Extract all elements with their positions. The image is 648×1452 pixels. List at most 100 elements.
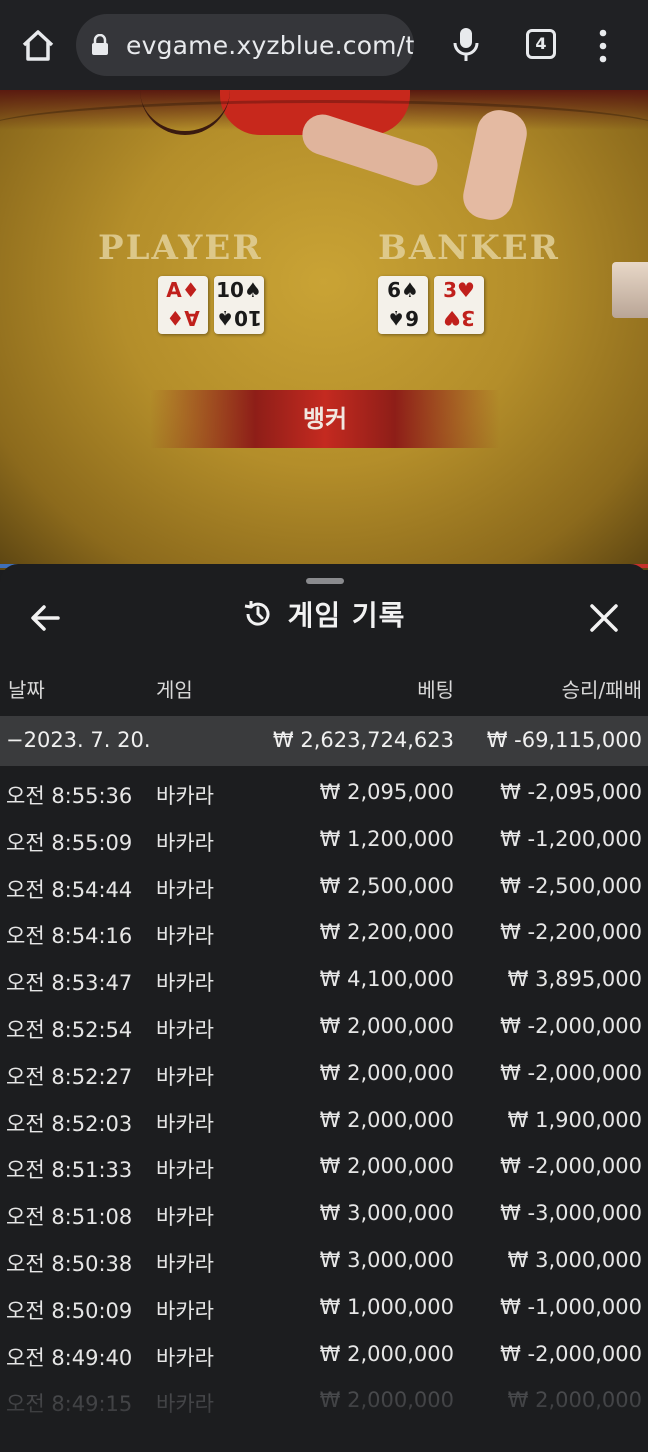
row-bet: ₩ 2,000,000 bbox=[319, 1013, 454, 1038]
row-game: 바카라 bbox=[156, 1111, 214, 1136]
row-time: 오전 8:53:47 bbox=[6, 971, 133, 996]
table-row[interactable]: 오전 8:55:36 바카라 ₩ 2,095,000 ₩ -2,095,000 bbox=[0, 770, 648, 817]
row-result: ₩ -1,200,000 bbox=[500, 826, 642, 851]
row-bet: ₩ 2,000,000 bbox=[319, 1060, 454, 1085]
table-row[interactable]: 오전 8:49:15 바카라 ₩ 2,000,000 ₩ 2,000,000 bbox=[0, 1378, 648, 1425]
row-result: ₩ 2,000,000 bbox=[507, 1388, 642, 1413]
row-bet: ₩ 1,000,000 bbox=[319, 1294, 454, 1319]
row-result: ₩ -2,000,000 bbox=[500, 1341, 642, 1366]
row-bet: ₩ 3,000,000 bbox=[319, 1247, 454, 1272]
row-game: 바카라 bbox=[156, 971, 214, 996]
row-time: 오전 8:54:16 bbox=[6, 924, 133, 949]
banker-card-2: 3♥ 3♥ bbox=[434, 276, 484, 334]
summary-result-total: ₩ -69,115,000 bbox=[486, 728, 642, 752]
browser-toolbar: evgame.xyzblue.com/t 4 bbox=[0, 0, 648, 90]
date-summary-row[interactable]: −2023. 7. 20. ₩ 2,623,724,623 ₩ -69,115,… bbox=[0, 716, 648, 766]
row-game: 바카라 bbox=[156, 1064, 214, 1089]
row-game: 바카라 bbox=[156, 784, 214, 808]
address-bar[interactable]: evgame.xyzblue.com/t bbox=[76, 14, 414, 76]
row-bet: ₩ 1,200,000 bbox=[319, 826, 454, 851]
card-rank-inverted: A♦ bbox=[166, 306, 200, 330]
player-card-2: 10♠ 10♠ bbox=[214, 276, 264, 334]
summary-bet-total: ₩ 2,623,724,623 bbox=[272, 728, 454, 752]
table-row[interactable]: 오전 8:49:40 바카라 ₩ 2,000,000 ₩ -2,000,000 bbox=[0, 1332, 648, 1379]
table-row[interactable]: 오전 8:53:47 바카라 ₩ 4,100,000 ₩ 3,895,000 bbox=[0, 957, 648, 1004]
row-time: 오전 8:55:36 bbox=[6, 784, 133, 808]
card-rank-inverted: 6♠ bbox=[387, 306, 419, 330]
row-bet: ₩ 2,095,000 bbox=[319, 780, 454, 804]
row-bet: ₩ 2,500,000 bbox=[319, 873, 454, 898]
card-rank: 3♥ bbox=[443, 278, 475, 302]
row-time: 오전 8:50:09 bbox=[6, 1298, 133, 1323]
close-icon[interactable] bbox=[586, 600, 622, 636]
tab-switcher-icon[interactable]: 4 bbox=[526, 29, 556, 59]
row-game: 바카라 bbox=[156, 1205, 214, 1230]
more-vert-icon[interactable] bbox=[596, 28, 610, 64]
summary-date: −2023. 7. 20. bbox=[6, 728, 151, 752]
table-edge bbox=[0, 100, 648, 160]
row-result: ₩ 3,000,000 bbox=[507, 1247, 642, 1272]
row-bet: ₩ 2,000,000 bbox=[319, 1154, 454, 1179]
row-result: ₩ 3,895,000 bbox=[507, 967, 642, 992]
row-game: 바카라 bbox=[156, 830, 214, 855]
sheet-title: 게임 기록 bbox=[287, 599, 406, 632]
row-bet: ₩ 2,000,000 bbox=[319, 1107, 454, 1132]
row-bet: ₩ 4,100,000 bbox=[319, 967, 454, 992]
row-bet: ₩ 2,200,000 bbox=[319, 920, 454, 945]
row-time: 오전 8:51:08 bbox=[6, 1205, 133, 1230]
row-bet: ₩ 2,000,000 bbox=[319, 1341, 454, 1366]
column-header-game: 게임 bbox=[156, 678, 193, 702]
game-history-sheet: 게임 기록 날짜 게임 베팅 승리/패배 −2023. 7. 20. ₩ 2,6… bbox=[0, 564, 648, 1452]
mic-icon[interactable] bbox=[452, 26, 480, 64]
row-result: ₩ -2,000,000 bbox=[500, 1154, 642, 1179]
live-game-video: PLAYER BANKER A♦ A♦ 10♠ 10♠ 6♠ 6♠ 3♥ 3♥ … bbox=[0, 90, 648, 570]
table-row[interactable]: 오전 8:54:16 바카라 ₩ 2,200,000 ₩ -2,200,000 bbox=[0, 910, 648, 957]
table-row[interactable]: 오전 8:51:33 바카라 ₩ 2,000,000 ₩ -2,000,000 bbox=[0, 1144, 648, 1191]
table-row[interactable]: 오전 8:50:38 바카라 ₩ 3,000,000 ₩ 3,000,000 bbox=[0, 1238, 648, 1285]
row-time: 오전 8:52:03 bbox=[6, 1111, 133, 1136]
sheet-header: 게임 기록 bbox=[0, 594, 648, 640]
row-bet: ₩ 2,000,000 bbox=[319, 1388, 454, 1413]
row-result: ₩ -2,200,000 bbox=[500, 920, 642, 945]
row-bet: ₩ 3,000,000 bbox=[319, 1201, 454, 1226]
table-row[interactable]: 오전 8:52:54 바카라 ₩ 2,000,000 ₩ -2,000,000 bbox=[0, 1004, 648, 1051]
row-time: 오전 8:54:44 bbox=[6, 877, 133, 902]
card-rank: 10♠ bbox=[216, 278, 262, 302]
table-row[interactable]: 오전 8:50:09 바카라 ₩ 1,000,000 ₩ -1,000,000 bbox=[0, 1285, 648, 1332]
history-icon bbox=[243, 599, 273, 629]
row-game: 바카라 bbox=[156, 1017, 214, 1042]
row-result: ₩ 1,900,000 bbox=[507, 1107, 642, 1132]
sheet-drag-handle[interactable] bbox=[306, 578, 344, 584]
column-header-bet: 베팅 bbox=[417, 678, 454, 702]
table-row[interactable]: 오전 8:52:27 바카라 ₩ 2,000,000 ₩ -2,000,000 bbox=[0, 1051, 648, 1098]
row-game: 바카라 bbox=[156, 1158, 214, 1183]
row-time: 오전 8:50:38 bbox=[6, 1251, 133, 1276]
card-rank-inverted: 3♥ bbox=[443, 306, 475, 330]
table-row[interactable]: 오전 8:51:08 바카라 ₩ 3,000,000 ₩ -3,000,000 bbox=[0, 1191, 648, 1238]
card-rank-inverted: 10♠ bbox=[216, 306, 262, 330]
row-result: ₩ -2,000,000 bbox=[500, 1013, 642, 1038]
row-time: 오전 8:52:27 bbox=[6, 1064, 133, 1089]
row-time: 오전 8:51:33 bbox=[6, 1158, 133, 1183]
card-shoe bbox=[612, 262, 648, 318]
row-result: ₩ -2,500,000 bbox=[500, 873, 642, 898]
row-time: 오전 8:52:54 bbox=[6, 1017, 133, 1042]
row-result: ₩ -2,000,000 bbox=[500, 1060, 642, 1085]
column-header-result: 승리/패배 bbox=[561, 678, 642, 702]
lock-icon bbox=[90, 33, 110, 56]
result-text: 뱅커 bbox=[302, 405, 348, 433]
player-label: PLAYER bbox=[98, 228, 263, 268]
row-game: 바카라 bbox=[156, 1251, 214, 1276]
card-rank: 6♠ bbox=[387, 278, 419, 302]
banker-card-1: 6♠ 6♠ bbox=[378, 276, 428, 334]
row-game: 바카라 bbox=[156, 877, 214, 902]
row-result: ₩ -3,000,000 bbox=[500, 1201, 642, 1226]
url-text[interactable]: evgame.xyzblue.com/t bbox=[126, 31, 414, 60]
home-icon[interactable] bbox=[18, 26, 58, 66]
row-result: ₩ -1,000,000 bbox=[500, 1294, 642, 1319]
table-row[interactable]: 오전 8:55:09 바카라 ₩ 1,200,000 ₩ -1,200,000 bbox=[0, 817, 648, 864]
row-time: 오전 8:49:40 bbox=[6, 1345, 133, 1370]
row-game: 바카라 bbox=[156, 1345, 214, 1370]
table-row[interactable]: 오전 8:54:44 바카라 ₩ 2,500,000 ₩ -2,500,000 bbox=[0, 864, 648, 911]
table-row[interactable]: 오전 8:52:03 바카라 ₩ 2,000,000 ₩ 1,900,000 bbox=[0, 1098, 648, 1145]
